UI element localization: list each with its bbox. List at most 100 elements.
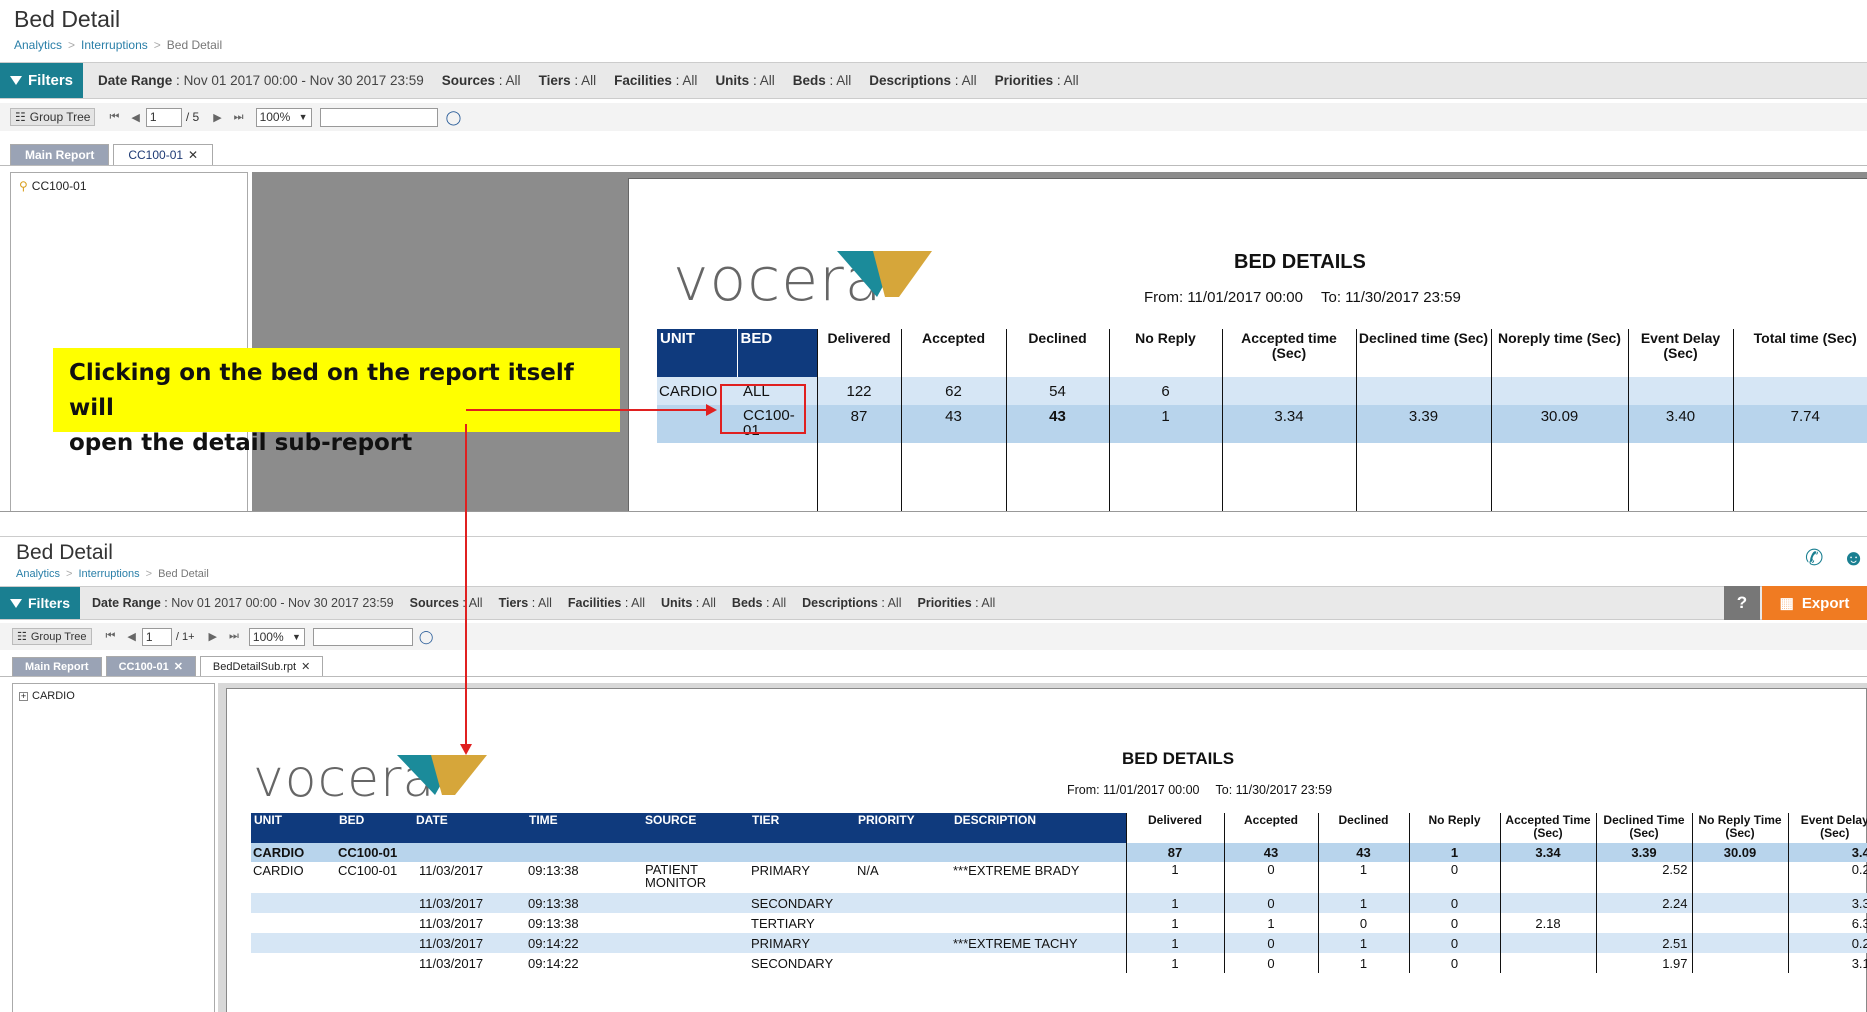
tab-main-report[interactable]: Main Report: [10, 144, 110, 165]
filter-facilities[interactable]: Facilities : All: [560, 596, 653, 610]
filter-bar: Filters Date Range : Nov 01 2017 00:00 -…: [0, 586, 1867, 620]
breadcrumb-interruptions[interactable]: Interruptions: [81, 38, 148, 52]
magnifier-icon: ⚲: [19, 179, 28, 193]
filter-descriptions[interactable]: Descriptions : All: [794, 596, 909, 610]
page-input[interactable]: 1: [141, 627, 172, 646]
header-delivered: Delivered: [1125, 813, 1224, 843]
tree-icon: ☷: [17, 631, 27, 643]
search-input[interactable]: [319, 107, 438, 127]
tab-cc100-01[interactable]: CC100-01 ✕: [113, 144, 214, 165]
help-button[interactable]: ?: [1724, 586, 1760, 620]
export-button[interactable]: ▦ Export: [1762, 586, 1867, 620]
close-icon: ✕: [173, 661, 183, 673]
report-tabs: Main Report CC100-01 ✕: [0, 141, 1867, 166]
header-accepted: Accepted: [900, 329, 1006, 377]
group-tree-button[interactable]: ☷ Group Tree: [12, 628, 92, 645]
vocera-logo-icon: [837, 251, 932, 297]
header-declined-time: Declined time (Sec): [1355, 329, 1491, 377]
cell-accepted-time: [1221, 377, 1356, 405]
header-accepted-time: Accepted time (Sec): [1221, 329, 1356, 377]
last-page-icon[interactable]: ⏭: [234, 111, 244, 124]
support-icon[interactable]: ✆: [1805, 545, 1823, 571]
header-event-delay: Event Delay (Sec): [1787, 813, 1867, 843]
report-toolbar: ☷ Group Tree ⏮ ◀ 1 / 5 ▶ ⏭ 100% ▼ ◯: [0, 103, 1867, 131]
next-page-icon[interactable]: ▶: [209, 630, 217, 643]
cell-delivered: 122: [816, 377, 901, 405]
prev-page-icon[interactable]: ◀: [127, 630, 135, 643]
tab-cc100-01[interactable]: CC100-01 ✕: [105, 656, 196, 676]
page-title: Bed Detail: [16, 541, 113, 564]
cell-declined: 43: [1005, 405, 1109, 443]
table-row: CC100-01 87 43 43 1 3.34 3.39 30.09 3.40…: [657, 405, 1867, 443]
cell-event-delay: [1627, 377, 1733, 405]
table-row: 11/03/2017 09:13:38 SECONDARY 1 0 1 0 2.…: [251, 893, 1867, 913]
cell-no-reply: 6: [1108, 377, 1222, 405]
group-tree-panel: ⚲ CC100-01: [10, 172, 248, 511]
summary-row: CARDIO CC100-01 87 43 43 1 3.34 3.39 30.…: [251, 843, 1867, 862]
header-accepted-time: Accepted Time (Sec): [1499, 813, 1596, 843]
header-delivered: Delivered: [816, 329, 901, 377]
filter-beds[interactable]: Beds : All: [724, 596, 794, 610]
prev-page-icon[interactable]: ◀: [131, 111, 139, 124]
breadcrumb-interruptions[interactable]: Interruptions: [78, 568, 139, 580]
user-icon[interactable]: ☻: [1842, 545, 1865, 571]
chevron-down-icon: ▼: [298, 112, 308, 122]
last-page-icon[interactable]: ⏭: [229, 630, 239, 643]
header-source: SOURCE: [642, 813, 749, 843]
header-bed: BED: [336, 813, 413, 843]
search-input[interactable]: [312, 627, 413, 646]
breadcrumb-analytics[interactable]: Analytics: [14, 38, 62, 52]
header-noreply-time: Noreply time (Sec): [1490, 329, 1628, 377]
filter-date-range[interactable]: Date Range : Nov 01 2017 00:00 - Nov 30 …: [84, 596, 402, 610]
group-tree-button[interactable]: ☷ Group Tree: [10, 108, 96, 126]
table-row: CARDIO CC100-01 11/03/2017 09:13:38 PATI…: [251, 862, 1867, 893]
page-input[interactable]: 1: [145, 107, 182, 127]
filter-beds[interactable]: Beds : All: [784, 73, 861, 88]
header-bed: BED: [737, 329, 817, 377]
binoculars-icon[interactable]: ◯: [446, 109, 462, 126]
zoom-select[interactable]: 100% ▼: [248, 627, 305, 646]
tab-main-report[interactable]: Main Report: [12, 657, 102, 676]
filter-priorities[interactable]: Priorities : All: [910, 596, 1004, 610]
tree-item-cardio[interactable]: + CARDIO: [13, 684, 214, 708]
filter-descriptions[interactable]: Descriptions : All: [860, 73, 985, 88]
filter-date-range[interactable]: Date Range : Nov 01 2017 00:00 - Nov 30 …: [89, 73, 433, 88]
breadcrumb-analytics[interactable]: Analytics: [16, 568, 60, 580]
filter-sources[interactable]: Sources : All: [402, 596, 491, 610]
tab-beddetailsub[interactable]: BedDetailSub.rpt ✕: [199, 656, 324, 676]
callout-arrow-down-line: [465, 424, 467, 744]
filter-units[interactable]: Units : All: [653, 596, 724, 610]
report-title: BED DETAILS: [1122, 749, 1235, 768]
breadcrumb-current: Bed Detail: [158, 568, 209, 580]
cell-declined: 54: [1005, 377, 1109, 405]
filter-priorities[interactable]: Priorities : All: [986, 73, 1088, 88]
breadcrumb: Analytics > Interruptions > Bed Detail: [14, 38, 223, 52]
header-tier: TIER: [749, 813, 855, 843]
filter-units[interactable]: Units : All: [706, 73, 783, 88]
header-no-reply: No Reply: [1108, 329, 1222, 377]
header-no-reply: No Reply: [1408, 813, 1500, 843]
header-time: TIME: [526, 813, 642, 843]
filter-tiers[interactable]: Tiers : All: [530, 73, 606, 88]
next-page-icon[interactable]: ▶: [213, 111, 221, 124]
summary-table: UNIT BED Delivered Accepted Declined No …: [657, 329, 1867, 511]
header-event-delay: Event Delay (Sec): [1627, 329, 1733, 377]
header-declined: Declined: [1317, 813, 1409, 843]
first-page-icon[interactable]: ⏮: [109, 111, 119, 124]
header-unit: UNIT: [251, 813, 336, 843]
filter-tiers[interactable]: Tiers : All: [491, 596, 560, 610]
zoom-select[interactable]: 100% ▼: [255, 107, 312, 127]
header-total-time: Total time (Sec): [1732, 329, 1867, 377]
page-total: / 5: [185, 110, 200, 124]
first-page-icon[interactable]: ⏮: [106, 630, 116, 643]
cell-no-reply: 1: [1108, 405, 1222, 443]
cell-declined-time: [1355, 377, 1491, 405]
header-unit: UNIT: [657, 329, 738, 377]
filters-button[interactable]: Filters: [0, 63, 84, 98]
tree-item-cc100-01[interactable]: ⚲ CC100-01: [11, 173, 247, 199]
filters-button[interactable]: Filters: [0, 587, 81, 619]
filter-sources[interactable]: Sources : All: [433, 73, 530, 88]
report-to: To: 11/30/2017 23:59: [1215, 783, 1333, 797]
binoculars-icon[interactable]: ◯: [419, 629, 434, 645]
filter-facilities[interactable]: Facilities : All: [605, 73, 706, 88]
